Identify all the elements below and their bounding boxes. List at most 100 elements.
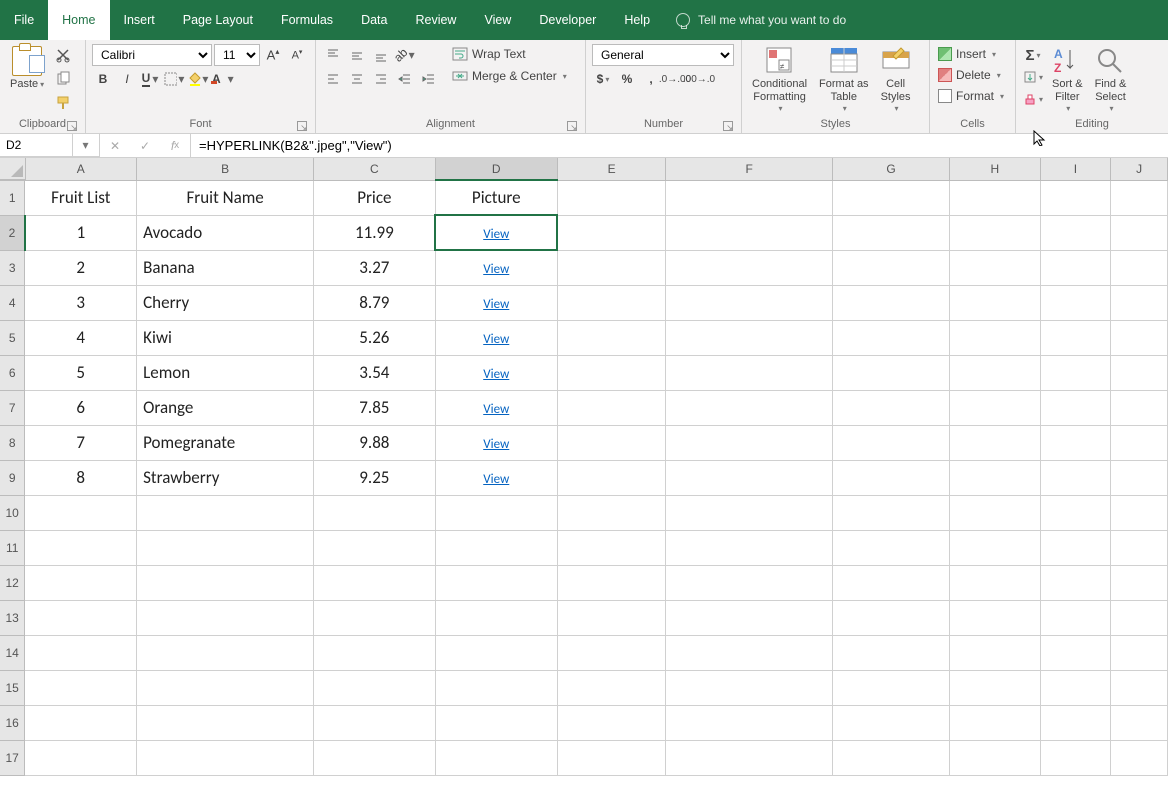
cell-I9[interactable] — [1040, 460, 1111, 495]
cell-C9[interactable]: 9.25 — [314, 460, 435, 495]
cell-J12[interactable] — [1111, 565, 1168, 600]
hyperlink[interactable]: View — [483, 402, 509, 417]
cell-H16[interactable] — [950, 705, 1040, 740]
cell-B4[interactable]: Cherry — [137, 285, 314, 320]
cell-F17[interactable] — [666, 740, 833, 775]
cell-G14[interactable] — [833, 635, 950, 670]
row-header-12[interactable]: 12 — [0, 565, 25, 600]
merge-center-button[interactable]: Merge & Center — [450, 66, 579, 86]
cell-D12[interactable] — [435, 565, 557, 600]
cell-H5[interactable] — [950, 320, 1040, 355]
cell-A4[interactable]: 3 — [25, 285, 137, 320]
cell-F4[interactable] — [666, 285, 833, 320]
cell-D5[interactable]: View — [435, 320, 557, 355]
cells-insert-button[interactable]: Insert — [936, 44, 998, 64]
cell-G17[interactable] — [833, 740, 950, 775]
column-header-H[interactable]: H — [950, 158, 1040, 180]
cell-C2[interactable]: 11.99 — [314, 215, 435, 250]
cell-D7[interactable]: View — [435, 390, 557, 425]
cell-C16[interactable] — [314, 705, 435, 740]
cell-F8[interactable] — [666, 425, 833, 460]
cell-D9[interactable]: View — [435, 460, 557, 495]
tab-review[interactable]: Review — [401, 0, 470, 40]
fill-color-button[interactable]: ▾ — [188, 68, 210, 90]
cell-I4[interactable] — [1040, 285, 1111, 320]
cell-H3[interactable] — [950, 250, 1040, 285]
cell-F3[interactable] — [666, 250, 833, 285]
cell-A12[interactable] — [25, 565, 137, 600]
decrease-decimal-button[interactable]: .00→.0 — [688, 68, 710, 90]
cell-E6[interactable] — [557, 355, 665, 390]
cell-C15[interactable] — [314, 670, 435, 705]
column-header-B[interactable]: B — [137, 158, 314, 180]
cell-J11[interactable] — [1111, 530, 1168, 565]
cell-D10[interactable] — [435, 495, 557, 530]
cell-D15[interactable] — [435, 670, 557, 705]
number-dialog-launcher[interactable] — [723, 121, 733, 131]
cell-B7[interactable]: Orange — [137, 390, 314, 425]
insert-function-button[interactable]: fx — [160, 135, 190, 157]
format-painter-button[interactable] — [52, 92, 74, 114]
number-format-select[interactable]: General — [592, 44, 734, 66]
cell-D11[interactable] — [435, 530, 557, 565]
cell-C3[interactable]: 3.27 — [314, 250, 435, 285]
cell-styles-button[interactable]: Cell Styles — [877, 44, 915, 116]
cell-J3[interactable] — [1111, 250, 1168, 285]
cell-F14[interactable] — [666, 635, 833, 670]
column-header-J[interactable]: J — [1111, 158, 1168, 180]
conditional-formatting-button[interactable]: ≠ Conditional Formatting — [748, 44, 811, 116]
cell-B2[interactable]: Avocado — [137, 215, 314, 250]
cell-F2[interactable] — [666, 215, 833, 250]
hyperlink[interactable]: View — [483, 332, 509, 347]
cell-I2[interactable] — [1040, 215, 1111, 250]
cell-G4[interactable] — [833, 285, 950, 320]
cell-H8[interactable] — [950, 425, 1040, 460]
cancel-formula-button[interactable]: ✕ — [100, 135, 130, 157]
tab-page-layout[interactable]: Page Layout — [169, 0, 267, 40]
row-header-15[interactable]: 15 — [0, 670, 25, 705]
cell-E13[interactable] — [557, 600, 665, 635]
cell-B13[interactable] — [137, 600, 314, 635]
cell-G2[interactable] — [833, 215, 950, 250]
cell-C7[interactable]: 7.85 — [314, 390, 435, 425]
cell-I5[interactable] — [1040, 320, 1111, 355]
row-header-10[interactable]: 10 — [0, 495, 25, 530]
cell-D6[interactable]: View — [435, 355, 557, 390]
cell-E14[interactable] — [557, 635, 665, 670]
orientation-button[interactable]: ab▾ — [394, 44, 416, 66]
row-header-6[interactable]: 6 — [0, 355, 25, 390]
cell-H13[interactable] — [950, 600, 1040, 635]
cell-F10[interactable] — [666, 495, 833, 530]
row-header-4[interactable]: 4 — [0, 285, 25, 320]
row-header-7[interactable]: 7 — [0, 390, 25, 425]
cell-G6[interactable] — [833, 355, 950, 390]
cell-B5[interactable]: Kiwi — [137, 320, 314, 355]
borders-button[interactable]: ▾ — [164, 68, 186, 90]
cell-E5[interactable] — [557, 320, 665, 355]
name-box-dropdown[interactable]: ▾ — [72, 134, 98, 156]
cell-G11[interactable] — [833, 530, 950, 565]
cell-G8[interactable] — [833, 425, 950, 460]
alignment-dialog-launcher[interactable] — [567, 121, 577, 131]
italic-button[interactable]: I — [116, 68, 138, 90]
cell-J4[interactable] — [1111, 285, 1168, 320]
hyperlink[interactable]: View — [483, 472, 509, 487]
cell-A2[interactable]: 1 — [25, 215, 137, 250]
cell-D13[interactable] — [435, 600, 557, 635]
cell-E1[interactable] — [557, 180, 665, 215]
cell-H15[interactable] — [950, 670, 1040, 705]
cell-I3[interactable] — [1040, 250, 1111, 285]
cell-E8[interactable] — [557, 425, 665, 460]
cell-C10[interactable] — [314, 495, 435, 530]
hyperlink[interactable]: View — [483, 227, 509, 242]
cell-A13[interactable] — [25, 600, 137, 635]
cell-B6[interactable]: Lemon — [137, 355, 314, 390]
cell-F13[interactable] — [666, 600, 833, 635]
cell-I13[interactable] — [1040, 600, 1111, 635]
row-header-11[interactable]: 11 — [0, 530, 25, 565]
cell-H14[interactable] — [950, 635, 1040, 670]
tab-insert[interactable]: Insert — [110, 0, 169, 40]
row-header-9[interactable]: 9 — [0, 460, 25, 495]
cell-F15[interactable] — [666, 670, 833, 705]
cells-delete-button[interactable]: Delete — [936, 65, 1003, 85]
